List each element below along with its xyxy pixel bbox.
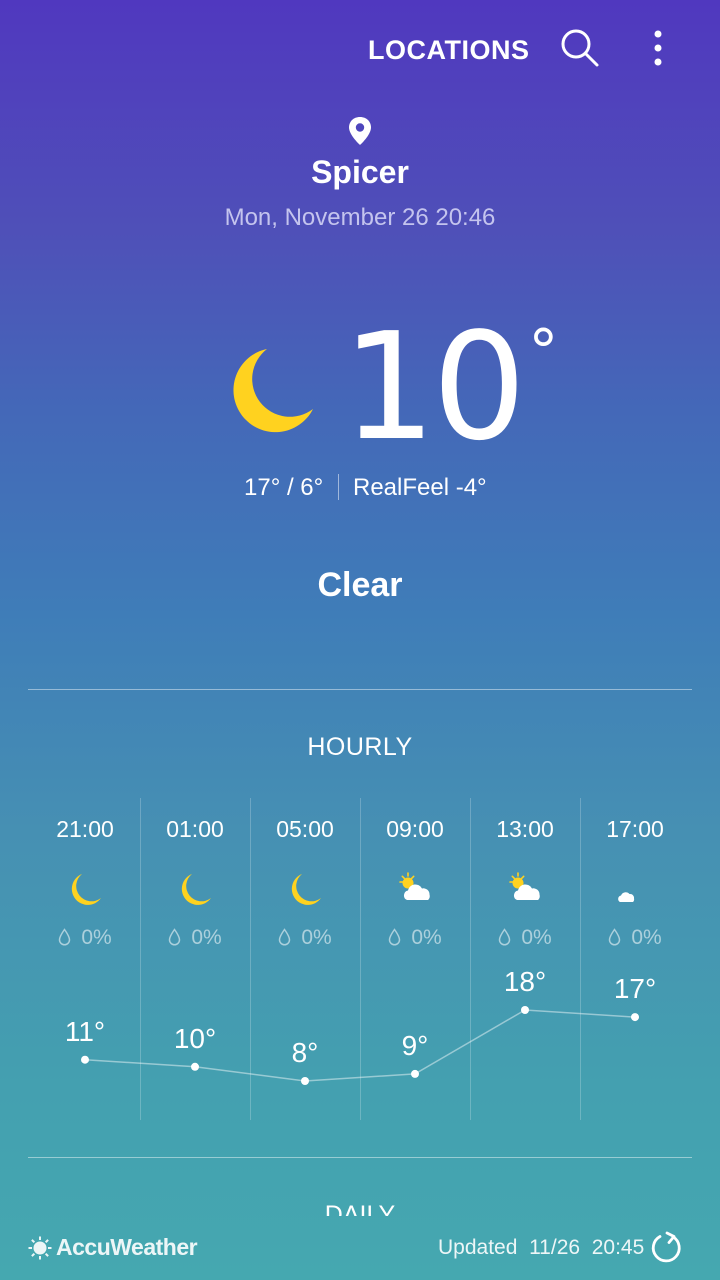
precipitation-value: 0% <box>191 926 222 949</box>
moon-icon <box>233 349 313 433</box>
sun-cloud-icon <box>509 872 540 900</box>
hourly-precipitation: 0% <box>140 926 250 950</box>
hourly-title: HOURLY <box>307 733 413 761</box>
raindrop-icon <box>59 928 71 946</box>
moon-icon <box>181 874 211 905</box>
moon-icon <box>291 874 321 905</box>
hourly-precipitation: 0% <box>360 926 470 950</box>
precipitation-value: 0% <box>301 926 332 949</box>
hourly-forecast[interactable]: 21:00 0% 11° 01:00 0% 10° 05:00 0% 8° 09:00 0% 9° 13… <box>30 798 690 1120</box>
precipitation-value: 0% <box>81 926 112 949</box>
precipitation-value: 0% <box>631 926 662 949</box>
temperature-value: 10 <box>342 301 526 473</box>
raindrop-icon <box>389 928 401 946</box>
hourly-temperature: 11° <box>64 1015 106 1047</box>
hourly-item[interactable]: 21:00 0% 11° <box>30 798 140 1120</box>
date-time: Mon, November 26 20:46 <box>224 204 496 231</box>
raindrop-icon <box>279 928 291 946</box>
hourly-temperature: 17° <box>613 973 657 1005</box>
refresh-button[interactable] <box>648 1230 684 1266</box>
precipitation-value: 0% <box>521 926 552 949</box>
hourly-time: 01:00 <box>166 816 224 842</box>
updated-time: Updated 11/26 20:45 <box>438 1236 645 1259</box>
high-low-temperature: 17° / 6° <box>244 474 324 501</box>
precipitation-value: 0% <box>411 926 442 949</box>
hourly-time: 05:00 <box>276 816 334 842</box>
hourly-item[interactable]: 05:00 0% 8° <box>250 798 360 1120</box>
divider <box>338 474 339 500</box>
section-divider <box>28 1157 692 1158</box>
refresh-icon <box>651 1231 681 1263</box>
raindrop-icon <box>169 928 181 946</box>
locations-button[interactable]: LOCATIONS <box>368 30 530 70</box>
location-pin-icon <box>349 117 371 145</box>
daily-title-text: DAILY <box>324 1201 396 1216</box>
daily-title: DAILY <box>0 1198 720 1216</box>
hourly-item[interactable]: 01:00 0% 10° <box>140 798 250 1120</box>
hourly-time: 13:00 <box>496 816 554 842</box>
hourly-precipitation: 0% <box>470 926 580 950</box>
sun-cloud-icon <box>399 872 430 900</box>
hourly-time: 09:00 <box>386 816 444 842</box>
footer: AccuWeather Updated 11/26 20:45 <box>0 1218 720 1280</box>
more-vert-icon <box>654 30 662 66</box>
hourly-item[interactable]: 09:00 0% 9° <box>360 798 470 1120</box>
moon-cloud-icon <box>618 877 650 902</box>
degree-symbol: ° <box>528 317 559 387</box>
current-temperature: 10 ° <box>342 312 558 462</box>
hourly-precipitation: 0% <box>580 926 690 950</box>
raindrop-icon <box>499 928 511 946</box>
hourly-temperature: 9° <box>401 1029 429 1061</box>
accuweather-logo-icon <box>28 1236 52 1260</box>
hourly-temperature: 8° <box>291 1037 319 1068</box>
city-name[interactable]: Spicer <box>0 154 720 191</box>
section-divider <box>28 689 692 690</box>
search-button[interactable] <box>560 28 600 68</box>
hourly-item[interactable]: 13:00 0% 18° <box>470 798 580 1120</box>
hourly-temperature: 10° <box>173 1022 217 1054</box>
search-icon <box>561 29 599 67</box>
hourly-precipitation: 0% <box>250 926 360 950</box>
hourly-time: 21:00 <box>56 816 114 842</box>
raindrop-icon <box>609 928 621 946</box>
brand-name[interactable]: AccuWeather <box>56 1234 198 1261</box>
moon-icon <box>71 874 101 905</box>
more-options-button[interactable] <box>642 28 674 68</box>
realfeel-temperature: RealFeel -4° <box>353 474 487 501</box>
hourly-item[interactable]: 17:00 0% 17° <box>580 798 690 1120</box>
weather-condition: Clear <box>317 566 403 604</box>
hourly-precipitation: 0% <box>30 926 140 950</box>
hourly-time: 17:00 <box>606 816 664 842</box>
top-app-bar: LOCATIONS <box>0 0 720 100</box>
hourly-temperature: 18° <box>503 966 547 997</box>
